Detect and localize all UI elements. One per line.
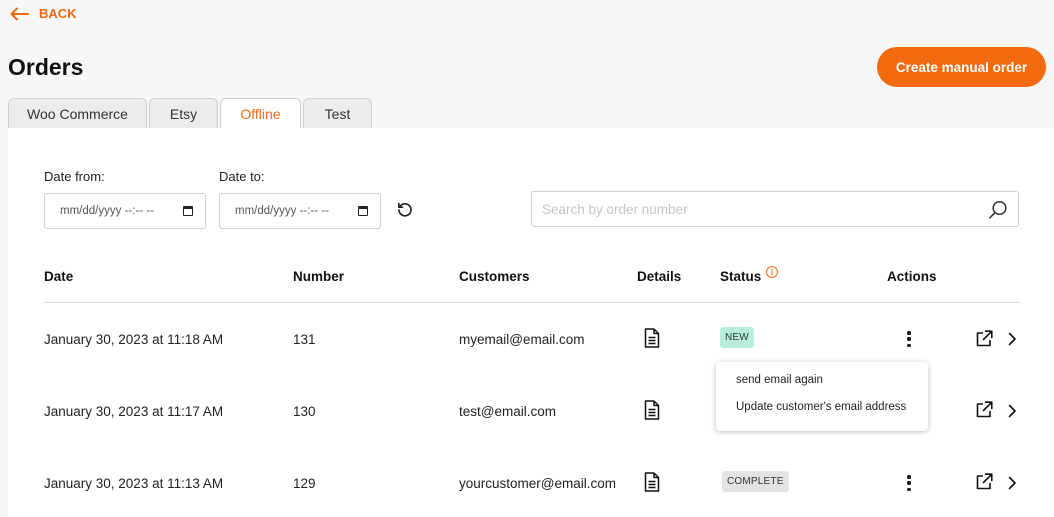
customer-email: test@email.com — [459, 403, 556, 419]
order-number: 130 — [293, 403, 316, 419]
external-link-icon[interactable] — [976, 473, 993, 490]
order-number: 131 — [293, 331, 316, 347]
order-date: January 30, 2023 at 11:18 AM — [44, 331, 224, 347]
chevron-right-icon[interactable] — [1007, 404, 1017, 418]
create-manual-order-button[interactable]: Create manual order — [877, 47, 1046, 87]
info-icon[interactable]: i — [766, 266, 778, 278]
column-header-date[interactable]: Date — [44, 269, 73, 284]
order-search — [531, 191, 1019, 227]
tab-test[interactable]: Test — [303, 98, 372, 128]
customer-email: myemail@email.com — [459, 331, 585, 347]
chevron-right-icon[interactable] — [1007, 332, 1017, 346]
date-to-placeholder: mm/dd/yyyy --:-- -- — [235, 205, 329, 217]
tab-offline[interactable]: Offline — [220, 98, 301, 128]
more-vertical-icon[interactable] — [906, 331, 912, 347]
status-badge: COMPLETE — [722, 471, 789, 492]
more-vertical-icon[interactable] — [906, 475, 912, 491]
order-number: 129 — [293, 475, 316, 491]
table-row[interactable]: January 30, 2023 at 11:13 AM 129 yourcus… — [8, 447, 1054, 517]
column-header-customers[interactable]: Customers — [459, 269, 530, 284]
calendar-icon[interactable] — [358, 206, 368, 216]
menu-item-send-email-again[interactable]: send email again — [736, 374, 823, 386]
refresh-icon[interactable] — [396, 201, 414, 219]
order-date: January 30, 2023 at 11:13 AM — [44, 475, 224, 491]
column-header-actions: Actions — [887, 269, 937, 284]
date-from-input[interactable]: mm/dd/yyyy --:-- -- — [44, 193, 206, 229]
external-link-icon[interactable] — [976, 401, 993, 418]
date-to-input[interactable]: mm/dd/yyyy --:-- -- — [219, 193, 381, 229]
column-header-status[interactable]: Status — [720, 269, 761, 284]
column-header-number[interactable]: Number — [293, 269, 344, 284]
document-icon[interactable] — [644, 472, 660, 492]
status-badge: NEW — [720, 327, 754, 348]
tab-etsy[interactable]: Etsy — [149, 98, 218, 128]
column-header-details: Details — [637, 269, 682, 284]
page-title: Orders — [8, 54, 84, 80]
tab-woo-commerce[interactable]: Woo Commerce — [8, 98, 147, 128]
document-icon[interactable] — [644, 400, 660, 420]
date-from-label: Date from: — [44, 169, 105, 184]
search-icon[interactable] — [988, 200, 1008, 225]
arrow-left-icon — [10, 7, 29, 21]
order-date: January 30, 2023 at 11:17 AM — [44, 403, 224, 419]
back-label: BACK — [39, 6, 77, 21]
external-link-icon[interactable] — [976, 330, 993, 347]
search-input[interactable] — [532, 192, 972, 226]
back-link[interactable]: BACK — [10, 6, 77, 21]
calendar-icon[interactable] — [183, 206, 193, 216]
document-icon[interactable] — [644, 328, 660, 348]
menu-item-update-customer-email[interactable]: Update customer's email address — [736, 401, 906, 413]
source-tabs: Woo Commerce Etsy Offline Test — [8, 98, 372, 128]
chevron-right-icon[interactable] — [1007, 476, 1017, 490]
order-actions-menu: send email again Update customer's email… — [716, 362, 928, 431]
date-from-placeholder: mm/dd/yyyy --:-- -- — [60, 205, 154, 217]
customer-email: yourcustomer@email.com — [459, 475, 616, 491]
date-to-label: Date to: — [219, 169, 265, 184]
orders-panel: Date from: mm/dd/yyyy --:-- -- Date to: … — [8, 128, 1054, 517]
